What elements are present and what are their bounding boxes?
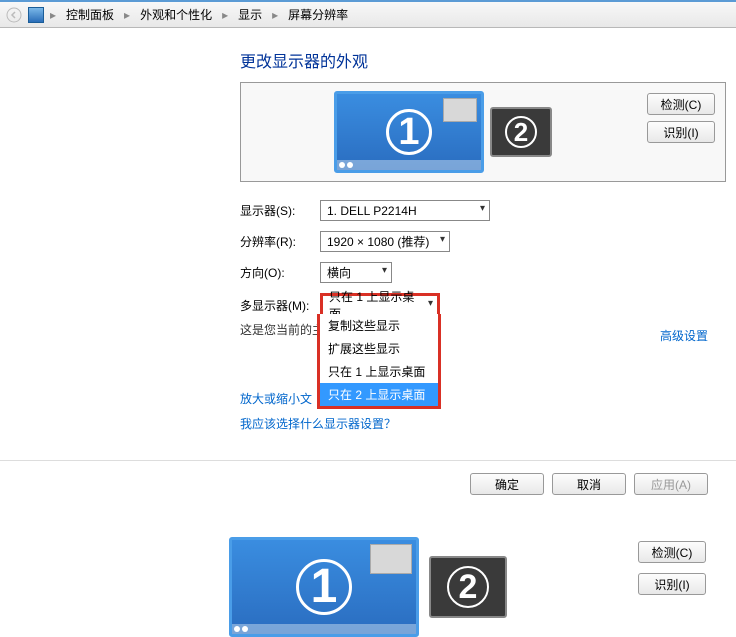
settings-form: 显示器(S): 1. DELL P2214H 分辨率(R): 1920 × 10… xyxy=(240,200,726,432)
monitor-number: 1 xyxy=(296,559,352,615)
resolution-label: 分辨率(R): xyxy=(240,233,320,250)
chevron-right-icon: ▸ xyxy=(48,8,58,22)
resolution-dropdown[interactable]: 1920 × 1080 (推荐) xyxy=(320,231,450,252)
monitor-number: 1 xyxy=(386,109,432,155)
monitor-1[interactable]: 1 xyxy=(334,91,484,173)
chevron-right-icon: ▸ xyxy=(270,8,280,22)
monitor-preview-secondary: 1 2 检测(C) 识别(I) xyxy=(0,537,736,637)
dialog-footer: 确定 取消 应用(A) xyxy=(0,460,736,507)
monitor-number: 2 xyxy=(447,566,489,608)
main-display-text: 这是您当前的主 xyxy=(240,321,324,338)
orientation-dropdown[interactable]: 横向 xyxy=(320,262,392,283)
multi-option-duplicate[interactable]: 复制这些显示 xyxy=(320,314,438,337)
monitor-number: 2 xyxy=(505,116,537,148)
text-size-link[interactable]: 放大或缩小文 xyxy=(240,392,312,406)
multi-display-options: 复制这些显示 扩展这些显示 只在 1 上显示桌面 只在 2 上显示桌面 xyxy=(317,314,441,409)
identify-button[interactable]: 识别(I) xyxy=(647,121,715,143)
page-title: 更改显示器的外观 xyxy=(240,48,726,72)
display-dropdown[interactable]: 1. DELL P2214H xyxy=(320,200,490,221)
multi-option-only2[interactable]: 只在 2 上显示桌面 xyxy=(320,383,438,406)
monitor-thumb-icon xyxy=(443,98,477,122)
multi-option-only1[interactable]: 只在 1 上显示桌面 xyxy=(320,360,438,383)
multi-display-label: 多显示器(M): xyxy=(240,297,320,314)
monitor-2[interactable]: 2 xyxy=(490,107,552,157)
help-link[interactable]: 我应该选择什么显示器设置？ xyxy=(240,417,396,431)
advanced-settings-link[interactable]: 高级设置 xyxy=(660,327,708,344)
cancel-button[interactable]: 取消 xyxy=(552,473,626,495)
multi-option-extend[interactable]: 扩展这些显示 xyxy=(320,337,438,360)
breadcrumb-bar: ▸ 控制面板 ▸ 外观和个性化 ▸ 显示 ▸ 屏幕分辨率 xyxy=(0,0,736,28)
monitor-2[interactable]: 2 xyxy=(429,556,507,618)
apply-button: 应用(A) xyxy=(634,473,708,495)
bc-item-control-panel[interactable]: 控制面板 xyxy=(62,4,118,25)
monitor-1[interactable]: 1 xyxy=(229,537,419,637)
taskbar-icon xyxy=(232,624,416,634)
monitor-thumb-icon xyxy=(370,544,412,574)
chevron-right-icon: ▸ xyxy=(220,8,230,22)
main-content: 更改显示器的外观 1 2 检测(C) 识别(I) 显示器(S): 1. DELL… xyxy=(0,28,736,450)
monitor-preview: 1 2 检测(C) 识别(I) xyxy=(240,82,726,182)
detect-button[interactable]: 检测(C) xyxy=(647,93,715,115)
bc-item-appearance[interactable]: 外观和个性化 xyxy=(136,4,216,25)
nav-back-icon[interactable] xyxy=(4,5,24,25)
bc-item-resolution[interactable]: 屏幕分辨率 xyxy=(284,4,352,25)
control-panel-icon xyxy=(28,7,44,23)
bc-item-display[interactable]: 显示 xyxy=(234,4,266,25)
identify-button[interactable]: 识别(I) xyxy=(638,573,706,595)
ok-button[interactable]: 确定 xyxy=(470,473,544,495)
chevron-right-icon: ▸ xyxy=(122,8,132,22)
taskbar-icon xyxy=(337,160,481,170)
display-label: 显示器(S): xyxy=(240,202,320,219)
detect-button[interactable]: 检测(C) xyxy=(638,541,706,563)
orientation-label: 方向(O): xyxy=(240,264,320,281)
